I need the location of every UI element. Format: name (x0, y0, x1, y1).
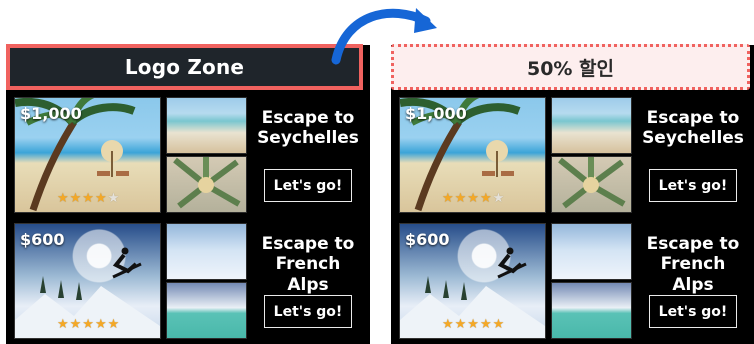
ad-variant-stage: Logo Zone 50% 할인 $1,000 ★★★★★ Escape to … (0, 0, 754, 344)
ad-title-line-2: Seychelles (257, 128, 359, 149)
alps-hero-image: $600 ★★★★★ (14, 223, 161, 339)
lets-go-button[interactable]: Let's go! (649, 169, 737, 202)
lets-go-button[interactable]: Let's go! (264, 295, 352, 328)
price-label: $600 (405, 230, 450, 249)
ad-title-line-1: Escape to (261, 234, 355, 254)
ad-title-line-1: Escape to (646, 234, 740, 254)
beach-hero-image: $1,000 ★★★★★ (399, 97, 546, 213)
left-ad-french-alps: $600 ★★★★★ Escape to French Alps Let's g… (6, 223, 370, 344)
price-label: $1,000 (405, 104, 467, 123)
lets-go-button[interactable]: Let's go! (649, 295, 737, 328)
rating-stars: ★★★★★ (442, 317, 506, 332)
right-header-label: 50% 할인 (526, 57, 615, 80)
curved-arrow-icon (331, 8, 437, 65)
snow-thumbnail (551, 223, 632, 280)
ad-title: Escape to Seychelles (638, 108, 748, 149)
beach-hero-image: $1,000 ★★★★★ (14, 97, 161, 213)
lets-go-button[interactable]: Let's go! (264, 169, 352, 202)
rating-stars: ★★★★★ (442, 191, 506, 206)
price-label: $600 (20, 230, 65, 249)
ad-title: Escape to French Alps (638, 234, 748, 295)
right-ad-french-alps: $600 ★★★★★ Escape to French Alps Let's g… (391, 223, 754, 344)
right-ad-seychelles: $1,000 ★★★★★ Escape to Seychelles Let's … (391, 97, 754, 223)
beach-thumbnail (166, 97, 247, 154)
ad-title-line-2: Seychelles (642, 128, 744, 149)
palm-leaf-icon (558, 157, 626, 209)
left-ad-seychelles: $1,000 ★★★★★ Escape to Seychelles Let's … (6, 97, 370, 223)
price-label: $1,000 (20, 104, 82, 123)
ad-title: Escape to Seychelles (253, 108, 363, 149)
left-header-label: Logo Zone (124, 55, 245, 79)
palm-thumbnail (166, 156, 247, 213)
lake-thumbnail (166, 282, 247, 339)
beach-thumbnail (551, 97, 632, 154)
left-header-logo-zone: Logo Zone (6, 44, 363, 90)
palm-thumbnail (551, 156, 632, 213)
rating-stars: ★★★★★ (57, 191, 121, 206)
lake-thumbnail (551, 282, 632, 339)
ad-title-line-1: Escape to (261, 108, 355, 128)
ad-title: Escape to French Alps (253, 234, 363, 295)
ad-title-line-2: French Alps (275, 254, 341, 295)
palm-leaf-icon (173, 157, 241, 209)
rating-stars: ★★★★★ (57, 317, 121, 332)
ad-title-line-2: French Alps (660, 254, 726, 295)
snow-thumbnail (166, 223, 247, 280)
alps-hero-image: $600 ★★★★★ (399, 223, 546, 339)
ad-title-line-1: Escape to (646, 108, 740, 128)
